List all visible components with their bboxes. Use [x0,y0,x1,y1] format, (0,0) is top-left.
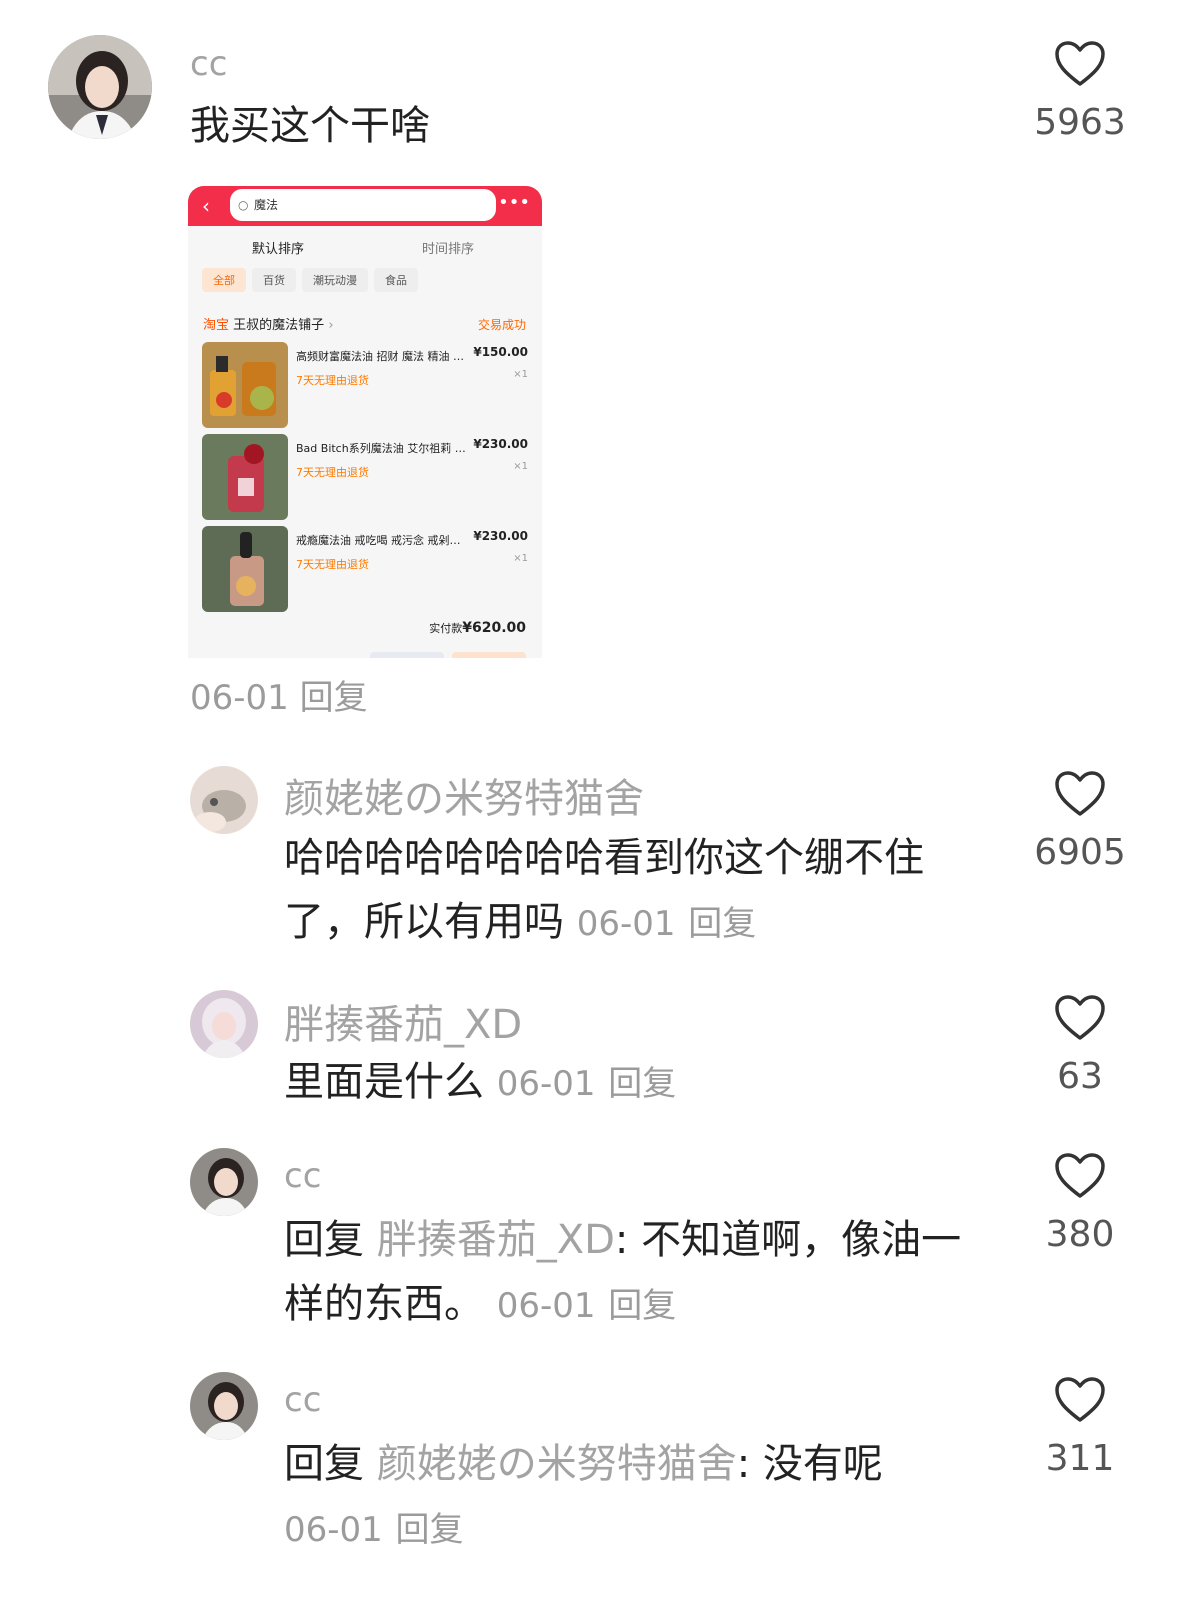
comment-date: 06-01 [576,904,676,944]
like-count: 63 [1057,1056,1103,1097]
heart-icon [1055,1377,1105,1422]
taobao-label: 淘宝 [203,318,230,333]
like-button[interactable]: 5963 [1025,40,1135,143]
heart-icon [1055,1153,1105,1198]
reply-prefix: 回复 [284,1441,364,1487]
heart-icon [1055,771,1105,816]
reply-button[interactable]: 回复 [608,1064,676,1104]
reply-button[interactable]: 回复 [688,904,756,944]
mention-link[interactable]: 颜姥姥の米努特猫舍 [377,1441,737,1487]
total-label: 实付款 [429,622,463,635]
comment-date: 06-01 [284,1510,383,1550]
reply-button[interactable]: 回复 [396,1510,464,1550]
mention-link[interactable]: 胖揍番茄_XD [377,1217,615,1263]
comment-text-cont: 了，所以有用吗 [284,899,564,945]
order-item: 高频财富魔法油 招财 魔法 精油 … ¥150.00 ×1 7天无理由退货 [202,342,528,428]
shop-name-text: 王叔的魔法铺子 [233,318,325,333]
comment-text-line-2: 样的东西。 06-01 回复 [284,1272,1004,1338]
like-button[interactable]: 6905 [1025,770,1135,873]
sort-time: 时间排序 [422,242,475,257]
comment-date: 06-01 [496,1286,596,1326]
item-qty: ×1 [513,553,528,564]
item-price: ¥150.00 [473,345,528,359]
username[interactable]: cc [284,1156,321,1196]
comment-text-line-2: 了，所以有用吗 06-01 回复 [284,890,984,956]
avatar[interactable] [190,1148,258,1216]
comment-text-line: 回复 胖揍番茄_XD: 不知道啊，像油一 [284,1208,1004,1272]
heart-icon [1055,41,1105,86]
shot-search-box: ○ 魔法 [230,189,496,221]
username[interactable]: cc [190,44,227,84]
reply-prefix: 回复 [284,1217,364,1263]
comment-meta: 06-01 回复 [284,1496,1004,1562]
username[interactable]: cc [284,1380,321,1420]
like-button[interactable]: 311 [1025,1376,1135,1479]
comment-meta: 06-01 回复 [190,666,368,730]
more-icon: ••• [498,192,530,213]
shot-search-text: 魔法 [254,198,279,212]
comment-text-cont: 样的东西。 [284,1281,484,1327]
oil-bottles-photo [202,342,288,428]
comment-date: 06-01 [190,678,289,718]
order-item: Bad Bitch系列魔法油 艾尔祖莉 … ¥230.00 ×1 7天无理由退货 [202,434,528,520]
reply-button[interactable]: 回复 [608,1286,676,1326]
comment-text-body: : 没有呢 [736,1441,883,1487]
reply-button[interactable]: 回复 [300,678,368,718]
item-tag: 7天无理由退货 [296,466,369,479]
comment-text: 我买这个干啥 [190,103,430,149]
chip: 食品 [374,268,418,292]
avatar[interactable] [190,1372,258,1440]
red-bottle-photo [202,434,288,520]
heart-icon [1055,995,1105,1040]
chip-all: 全部 [202,268,246,292]
comment-text: 里面是什么 06-01 回复 [284,1050,676,1116]
item-price: ¥230.00 [473,437,528,451]
order-total: 实付款¥620.00 [429,620,526,636]
order-item: 戒瘾魔法油 戒吃喝 戒污念 戒剁… ¥230.00 ×1 7天无理由退货 [202,526,528,612]
avatar[interactable] [190,766,258,834]
item-qty: ×1 [513,369,528,380]
like-count: 311 [1045,1438,1115,1479]
like-count: 380 [1045,1214,1115,1255]
username[interactable]: 颜姥姥の米努特猫舍 [284,766,644,824]
like-count: 6905 [1034,832,1126,873]
comment-text: 哈哈哈哈哈哈哈哈看到你这个绷不住 了，所以有用吗 06-01 回复 [284,826,984,956]
item-title: 高频财富魔法油 招财 魔法 精油 … [296,350,464,363]
shop-name: 淘宝 王叔的魔法铺子 › [203,314,334,333]
chip: 百货 [252,268,296,292]
item-tag: 7天无理由退货 [296,558,369,571]
like-count: 5963 [1034,102,1126,143]
item-price: ¥230.00 [473,529,528,543]
chip: 潮玩动漫 [302,268,368,292]
comment-text: 回复 胖揍番茄_XD: 不知道啊，像油一 样的东西。 06-01 回复 [284,1208,1004,1338]
action-button-partial [452,652,526,658]
order-screenshot-image[interactable]: ‹ ○ 魔法 ••• 默认排序 时间排序 全部 百货 潮玩动漫 食品 淘宝 王叔的魔法… [188,186,542,658]
order-status: 交易成功 [477,318,526,332]
item-title: 戒瘾魔法油 戒吃喝 戒污念 戒剁… [296,534,461,547]
like-button[interactable]: 63 [1025,994,1135,1097]
action-button-partial [370,652,444,658]
item-qty: ×1 [513,461,528,472]
username[interactable]: 胖揍番茄_XD [284,992,522,1050]
back-icon: ‹ [202,194,210,218]
like-button[interactable]: 380 [1025,1152,1135,1255]
avatar[interactable] [48,35,152,139]
shot-header: ‹ ○ 魔法 ••• [188,186,542,226]
comment-text: 回复 颜姥姥の米努特猫舍: 没有呢 06-01 回复 [284,1432,1004,1562]
search-icon: ○ [238,198,249,212]
total-value: ¥620.00 [462,620,526,636]
comment-text-body: : 不知道啊，像油一 [614,1217,962,1263]
avatar[interactable] [190,990,258,1058]
category-chips: 全部 百货 潮玩动漫 食品 [202,268,424,292]
comment-text-line: 回复 颜姥姥の米努特猫舍: 没有呢 [284,1432,1004,1496]
comment-text-line: 哈哈哈哈哈哈哈哈看到你这个绷不住 [284,835,924,881]
sort-default: 默认排序 [252,242,305,257]
item-title: Bad Bitch系列魔法油 艾尔祖莉 … [296,442,466,455]
item-tag: 7天无理由退货 [296,374,369,387]
dropper-bottle-photo [202,526,288,612]
comment-text-body: 里面是什么 [284,1059,484,1105]
comment-date: 06-01 [496,1064,596,1104]
chevron-right-icon: › [328,318,334,333]
